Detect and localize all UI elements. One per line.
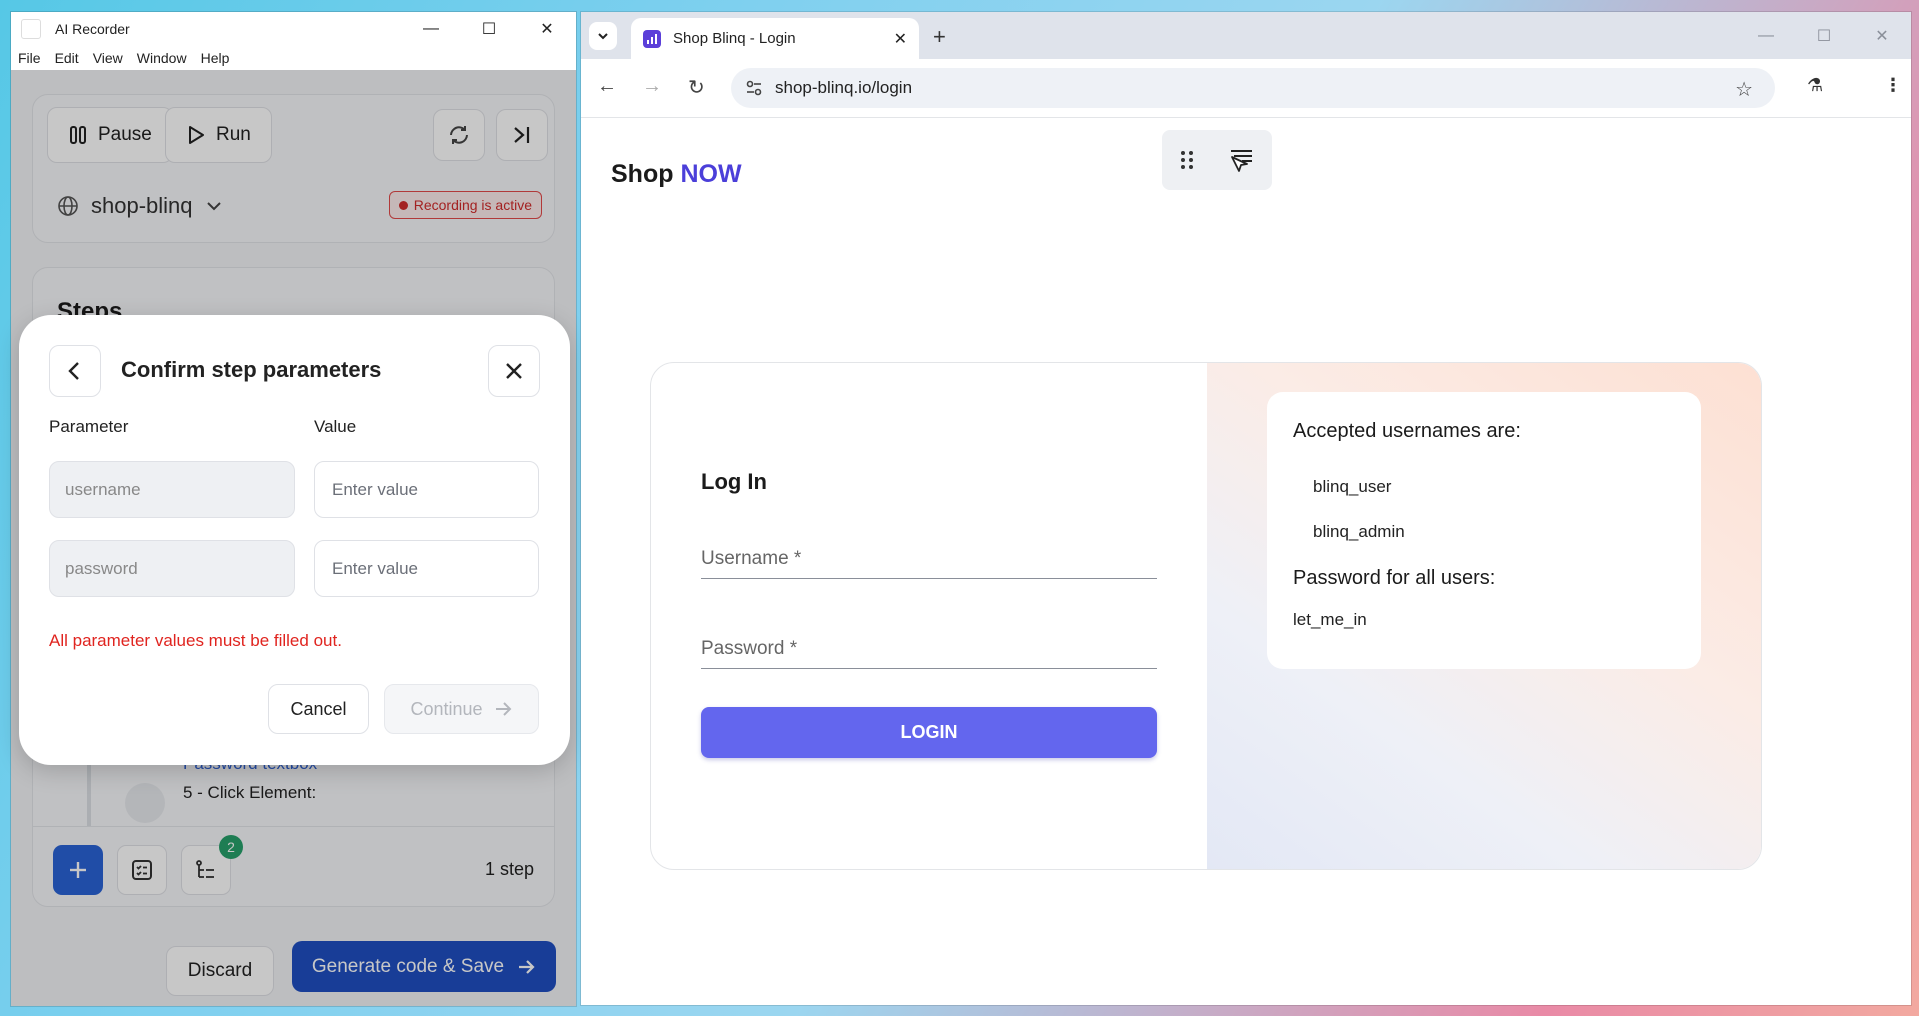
menu-file[interactable]: File (11, 50, 48, 66)
tab-search-button[interactable] (589, 22, 617, 50)
menu-view[interactable]: View (86, 50, 130, 66)
username-field[interactable]: Username * (701, 539, 1157, 579)
chevron-left-icon (68, 362, 79, 380)
continue-button[interactable]: Continue (384, 684, 539, 734)
menu-window[interactable]: Window (130, 50, 194, 66)
login-heading: Log In (701, 469, 767, 494)
tab-close-icon[interactable]: ✕ (894, 29, 907, 49)
recorder-window-title: AI Recorder (55, 20, 130, 37)
validation-error: All parameter values must be filled out. (49, 631, 342, 650)
password-value: let_me_in (1293, 610, 1367, 629)
username-list-item: blinq_user (1313, 477, 1392, 496)
address-bar[interactable]: shop-blinq.io/login ☆ (731, 68, 1775, 108)
web-page: Shop NOW Log In Username * Password * LO… (581, 118, 1911, 1005)
back-arrow-icon[interactable]: ← (597, 75, 617, 98)
username-value-input[interactable] (314, 461, 539, 518)
close-icon[interactable]: ✕ (518, 12, 576, 45)
confirm-parameters-modal: Confirm step parameters Parameter Value … (19, 315, 570, 765)
cancel-button[interactable]: Cancel (268, 684, 369, 734)
drag-handle-icon[interactable] (1178, 149, 1196, 171)
recorder-floating-toolbar (1162, 130, 1272, 190)
app-icon (21, 18, 41, 39)
labs-flask-icon[interactable]: ⚗ (1807, 75, 1823, 96)
username-label: Username * (701, 548, 802, 569)
site-settings-icon[interactable] (745, 79, 763, 97)
back-button[interactable] (49, 345, 101, 397)
close-icon[interactable]: ✕ (1853, 12, 1911, 59)
param-name-username: username (49, 461, 295, 518)
close-modal-button[interactable] (488, 345, 540, 397)
bookmark-star-icon[interactable]: ☆ (1735, 77, 1753, 102)
brand-prefix: Shop (611, 160, 674, 188)
brand-accent: NOW (680, 160, 742, 188)
menu-help[interactable]: Help (194, 50, 237, 66)
login-form: Log In Username * Password * LOGIN (651, 363, 1207, 869)
login-button[interactable]: LOGIN (701, 707, 1157, 758)
login-card: Log In Username * Password * LOGIN Accep… (650, 362, 1762, 870)
parameter-column-header: Parameter (49, 417, 129, 436)
browser-toolbar: ← → ↻ shop-blinq.io/login ☆ ⚗ ⋮ (581, 59, 1911, 118)
menu-edit[interactable]: Edit (48, 50, 86, 66)
browser-window: Shop Blinq - Login ✕ + — ☐ ✕ ← → ↻ shop-… (581, 12, 1911, 1005)
credentials-panel: Accepted usernames are: blinq_user blinq… (1207, 363, 1761, 869)
maximize-icon[interactable]: ☐ (1795, 12, 1853, 59)
param-name-password: password (49, 540, 295, 597)
element-picker-icon[interactable] (1228, 147, 1256, 173)
shop-now-logo[interactable]: Shop NOW (611, 160, 742, 189)
accepted-usernames-heading: Accepted usernames are: (1293, 420, 1521, 442)
reload-icon[interactable]: ↻ (688, 75, 705, 100)
password-value-input[interactable] (314, 540, 539, 597)
kebab-menu-icon[interactable]: ⋮ (1884, 75, 1902, 96)
url-text: shop-blinq.io/login (775, 78, 913, 97)
tab-strip: Shop Blinq - Login ✕ + — ☐ ✕ (581, 12, 1911, 59)
chevron-down-icon (598, 33, 608, 40)
menu-bar: File Edit View Window Help (11, 45, 576, 70)
tab-shop-blinq-login[interactable]: Shop Blinq - Login ✕ (631, 18, 919, 59)
arrow-right-icon (495, 702, 511, 716)
close-icon (506, 363, 522, 379)
continue-label: Continue (410, 698, 483, 719)
modal-title: Confirm step parameters (121, 357, 382, 382)
maximize-icon[interactable]: ☐ (460, 12, 518, 45)
password-field[interactable]: Password * (701, 629, 1157, 669)
forward-arrow-icon[interactable]: → (642, 75, 662, 98)
new-tab-icon[interactable]: + (933, 24, 946, 50)
tab-title: Shop Blinq - Login (673, 30, 796, 47)
credentials-info-card: Accepted usernames are: blinq_user blinq… (1267, 392, 1701, 669)
favicon-icon (643, 29, 661, 48)
password-heading: Password for all users: (1293, 567, 1496, 589)
minimize-icon[interactable]: — (1737, 12, 1795, 59)
password-label: Password * (701, 638, 798, 659)
username-list-item: blinq_admin (1313, 522, 1405, 541)
value-column-header: Value (314, 417, 357, 436)
minimize-icon[interactable]: — (402, 12, 460, 45)
recorder-titlebar: AI Recorder — ☐ ✕ (11, 12, 576, 45)
